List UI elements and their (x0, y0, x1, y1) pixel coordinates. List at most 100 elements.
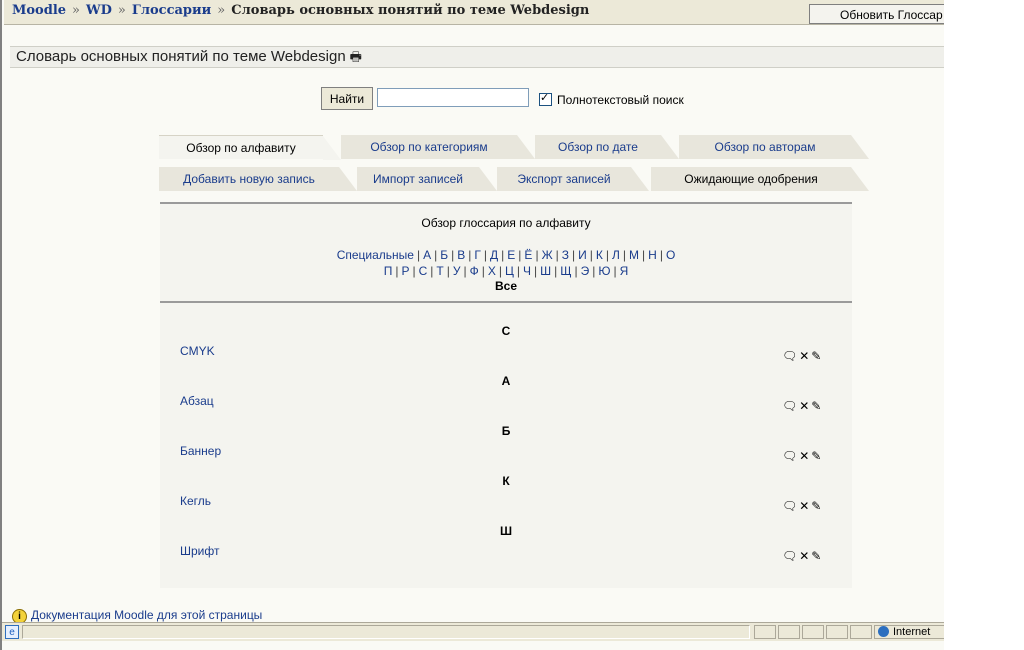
fulltext-option[interactable]: Полнотекстовый поиск (539, 91, 684, 107)
entry-actions: 🗨✕✎ (782, 449, 823, 463)
alphabet-letter-link[interactable]: У (453, 264, 461, 278)
entry-actions: 🗨✕✎ (782, 349, 823, 363)
edit-icon[interactable]: ✎ (811, 449, 823, 463)
fulltext-checkbox[interactable] (539, 91, 552, 106)
comment-icon[interactable]: 🗨 (782, 399, 799, 413)
comment-icon[interactable]: 🗨 (782, 349, 799, 363)
alphabet-letter-link[interactable]: Т (436, 264, 443, 278)
alphabet-separator: | (416, 248, 421, 262)
comment-icon[interactable]: 🗨 (782, 499, 799, 513)
tab-pending-approval[interactable]: Ожидающие одобрения (651, 167, 869, 191)
breadcrumb: Moodle » WD » Глоссарии » Словарь основных пон… (12, 3, 589, 18)
all-letters: Все (494, 279, 517, 293)
edit-icon[interactable]: ✎ (811, 399, 823, 413)
alphabet-separator: | (642, 248, 646, 262)
alphabet-separator: | (395, 264, 399, 278)
status-text-area (22, 625, 750, 639)
entry-letter-heading: А (501, 374, 511, 388)
alphabet-letter-link[interactable]: Щ (560, 264, 571, 278)
entry-term-link[interactable]: Шрифт (180, 544, 219, 558)
tab-alphabet[interactable]: Обзор по алфавиту (159, 135, 341, 160)
alphabet-letter-link[interactable]: П (384, 264, 393, 278)
alphabet-letter-link[interactable]: Ч (523, 264, 531, 278)
alphabet-letter-link[interactable]: Ф (470, 264, 479, 278)
status-cell (754, 625, 776, 639)
search-button[interactable]: Найти (321, 87, 373, 110)
alphabet-letter-link[interactable]: Д (490, 248, 498, 262)
tab-categories[interactable]: Обзор по категориям (341, 135, 535, 159)
breadcrumb-wd[interactable]: WD (86, 3, 112, 18)
tab-date[interactable]: Обзор по дате (535, 135, 679, 159)
edit-icon[interactable]: ✎ (811, 549, 823, 563)
entry-term-link[interactable]: Абзац (180, 394, 214, 408)
tab-import[interactable]: Импорт записей (357, 167, 497, 191)
navbar: Moodle » WD » Глоссарии » Словарь основных пон… (4, 0, 944, 25)
alphabet-letter-link[interactable]: Л (612, 248, 620, 262)
search-input[interactable] (377, 88, 529, 107)
tab-authors[interactable]: Обзор по авторам (679, 135, 869, 159)
alphabet-separator: | (434, 248, 438, 262)
entry-letter-heading: К (502, 474, 510, 488)
divider (160, 301, 852, 303)
alphabet-letter-link[interactable]: Ж (542, 248, 553, 262)
entry-actions: 🗨✕✎ (782, 499, 823, 513)
alphabet-letter-link[interactable]: Ш (540, 264, 551, 278)
delete-icon[interactable]: ✕ (799, 399, 811, 413)
delete-icon[interactable]: ✕ (799, 349, 811, 363)
alphabet-letter-link[interactable]: М (629, 248, 639, 262)
comment-icon[interactable]: 🗨 (782, 549, 799, 563)
alphabet-letter-link[interactable]: Ё (524, 248, 532, 262)
print-icon[interactable]: 🖶 (350, 48, 362, 70)
update-glossary-button[interactable]: Обновить Глоссар (809, 4, 944, 24)
edit-icon[interactable]: ✎ (811, 499, 823, 513)
fulltext-label: Полнотекстовый поиск (557, 93, 684, 107)
alphabet-separator: | (613, 264, 617, 278)
alphabet-separator: | (555, 248, 559, 262)
alphabet-separator: | (463, 264, 467, 278)
breadcrumb-current: Словарь основных понятий по теме Webdesi… (231, 3, 590, 18)
entry-letter-heading: C (501, 324, 511, 338)
content-title: Обзор глоссария по алфавиту (421, 216, 591, 230)
entry-term-link[interactable]: CMYK (180, 344, 215, 358)
alphabet-letter-link[interactable]: Р (401, 264, 409, 278)
entry-term-link[interactable]: Кегль (180, 494, 211, 508)
delete-icon[interactable]: ✕ (799, 549, 811, 563)
entry-term-link[interactable]: Баннер (180, 444, 221, 458)
alphabet-letter-link[interactable]: Б (440, 248, 448, 262)
alphabet-line-1: Специальные | А | Б | В | Г | Д | Е | Ё | Ж | З | И | К | Л | М | Н |… (160, 247, 852, 263)
tab-export[interactable]: Экспорт записей (497, 167, 649, 191)
delete-icon[interactable]: ✕ (799, 499, 811, 513)
breadcrumb-moodle[interactable]: Moodle (12, 3, 66, 18)
edit-icon[interactable]: ✎ (811, 349, 823, 363)
alphabet-separator: | (483, 248, 488, 262)
alphabet-letter-link[interactable]: З (562, 248, 569, 262)
alphabet-separator: | (554, 264, 558, 278)
alphabet-letter-link[interactable]: Н (648, 248, 657, 262)
alphabet-letter-link[interactable]: О (666, 248, 675, 262)
alphabet-separator: | (534, 264, 538, 278)
comment-icon[interactable]: 🗨 (782, 449, 799, 463)
status-cell (850, 625, 872, 639)
alphabet-letter-link[interactable]: Специальные (337, 248, 414, 262)
alphabet-letter-link[interactable]: Э (581, 264, 590, 278)
alphabet-separator: | (516, 264, 520, 278)
alphabet-separator: | (659, 248, 663, 262)
tab-add-entry[interactable]: Добавить новую запись (159, 167, 357, 191)
alphabet-letter-link[interactable]: Г (474, 248, 481, 262)
alphabet-letter-link[interactable]: Х (488, 264, 496, 278)
docs-link[interactable]: Документация Moodle для этой страницы (31, 608, 262, 622)
breadcrumb-glossaries[interactable]: Глоссарии (132, 3, 211, 18)
delete-icon[interactable]: ✕ (799, 449, 811, 463)
alphabet-separator: | (412, 264, 416, 278)
alphabet-letter-link[interactable]: Ю (598, 264, 610, 278)
alphabet-letter-link[interactable]: Е (507, 248, 515, 262)
alphabet-separator: | (451, 248, 455, 262)
alphabet-letter-link[interactable]: Я (620, 264, 629, 278)
alphabet-separator: | (589, 248, 593, 262)
alphabet-letter-link[interactable]: К (596, 248, 603, 262)
alphabet-letter-link[interactable]: Ц (505, 264, 514, 278)
alphabet-letter-link[interactable]: С (419, 264, 428, 278)
alphabet-letter-link[interactable]: А (423, 248, 431, 262)
alphabet-letter-link[interactable]: В (457, 248, 465, 262)
alphabet-letter-link[interactable]: И (578, 248, 587, 262)
